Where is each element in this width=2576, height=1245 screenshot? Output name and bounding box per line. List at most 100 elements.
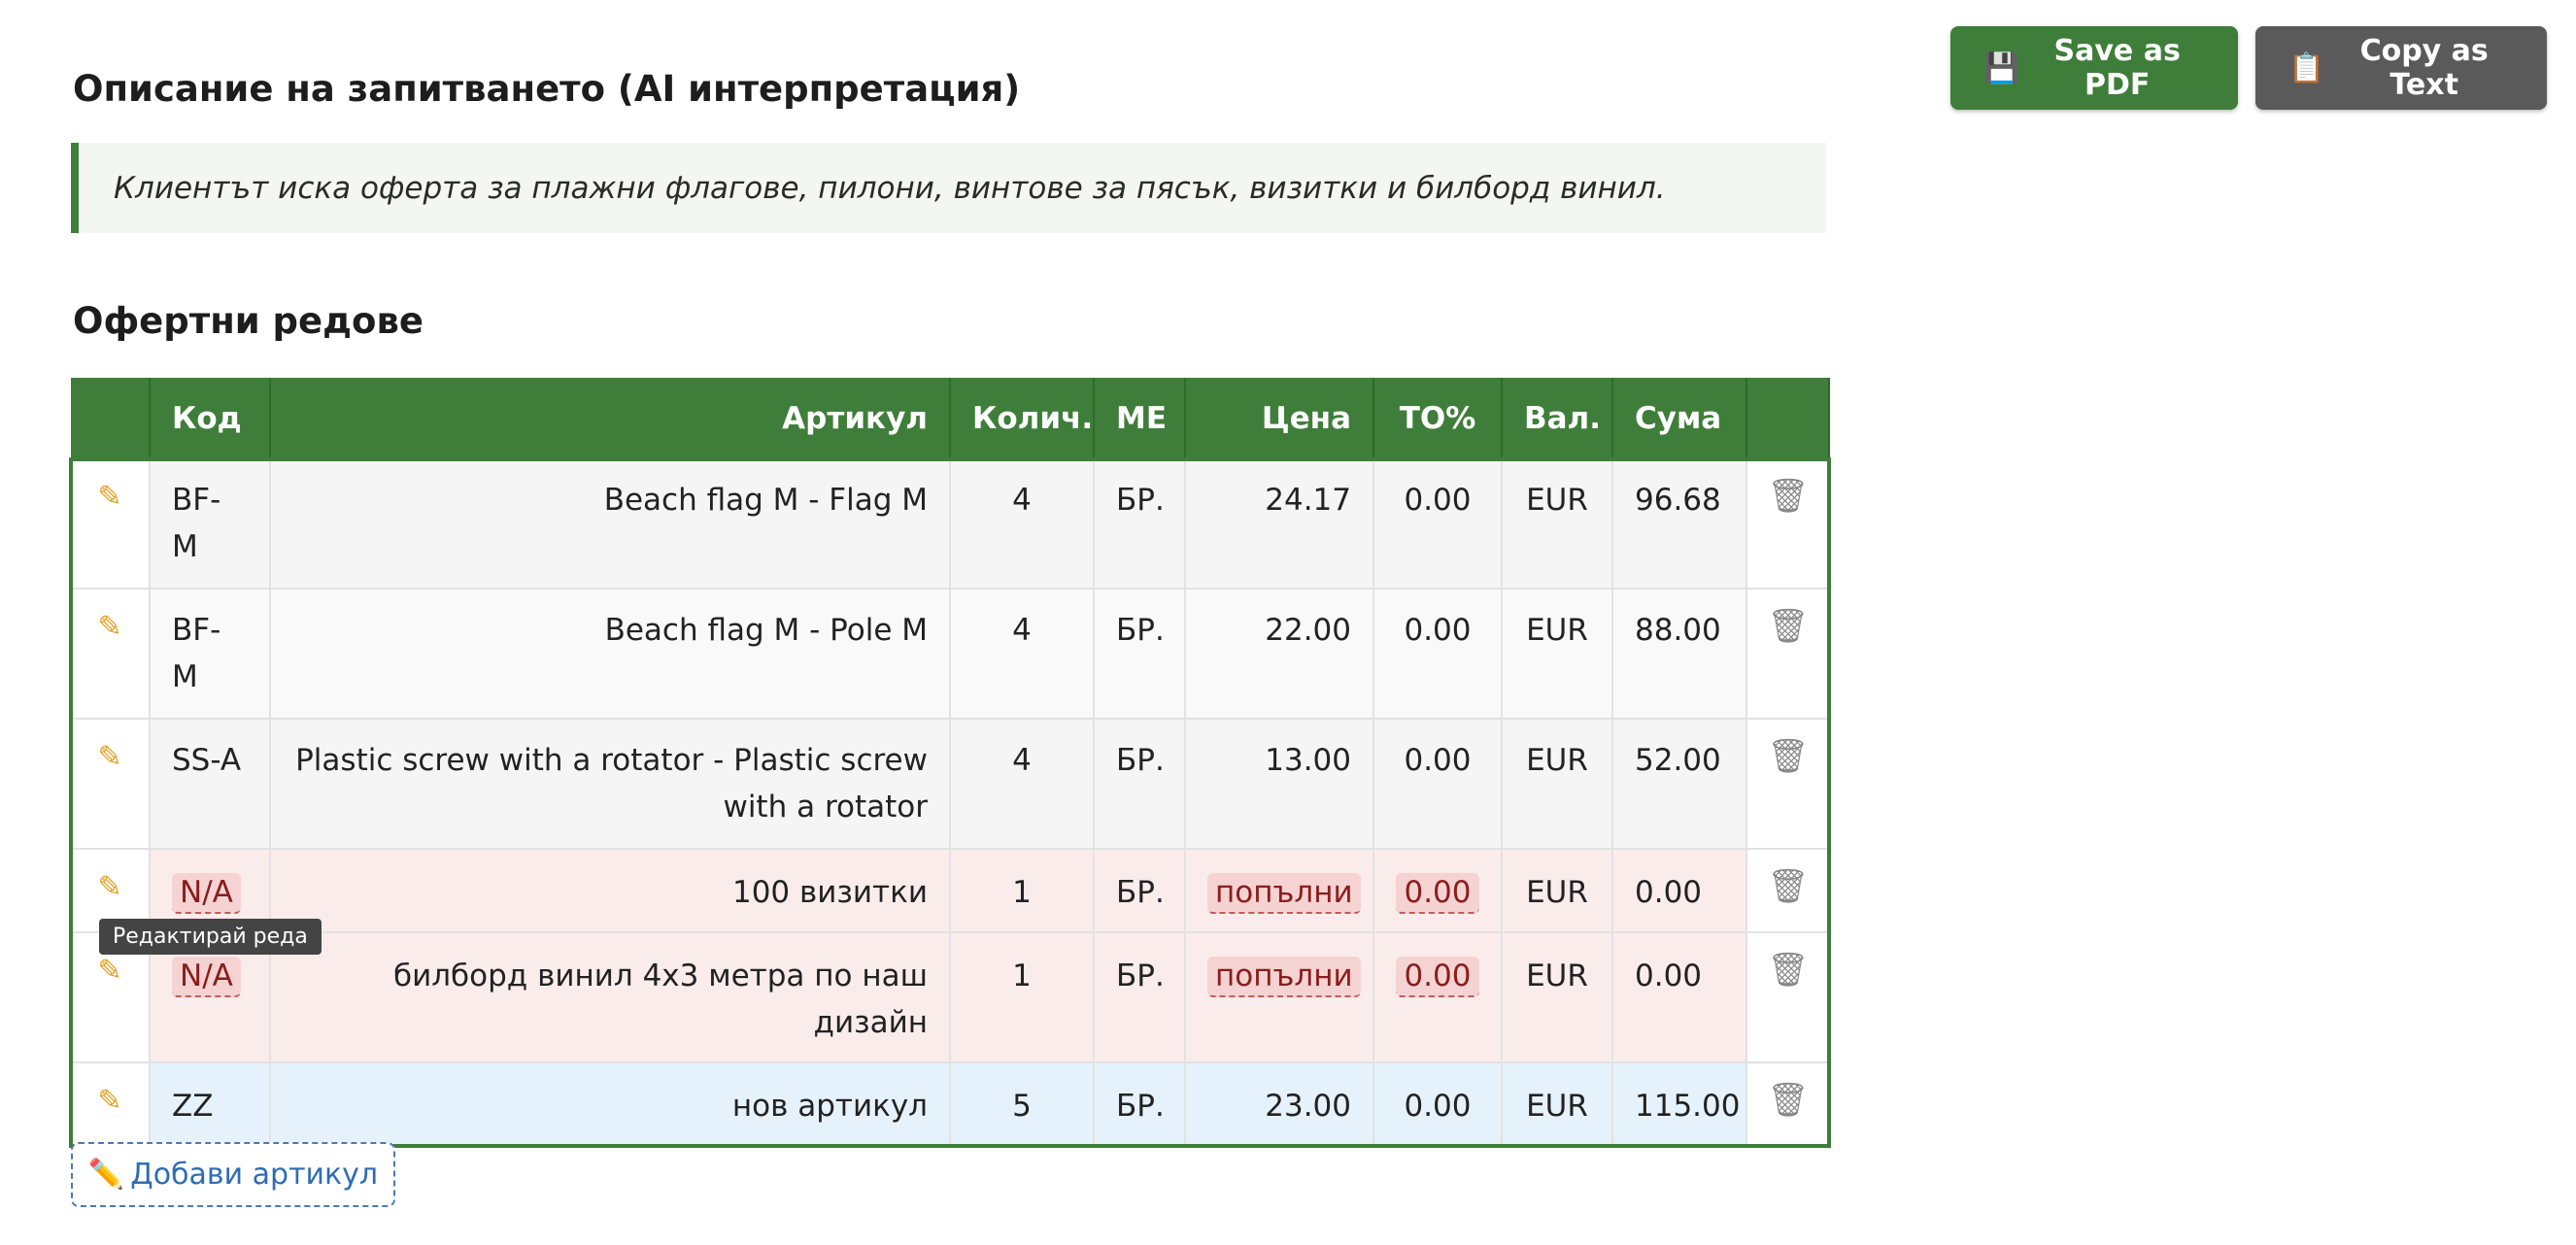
cell-unit: БР. [1094, 932, 1186, 1063]
pencil-icon: ✎ [97, 870, 122, 904]
cell-qty[interactable]: 1 [950, 849, 1095, 933]
cell-item[interactable]: 100 визитки [270, 849, 951, 933]
cell-discount[interactable]: 0.00 [1373, 589, 1503, 720]
cell-item[interactable]: нов артикул [270, 1062, 951, 1147]
edit-row-button[interactable]: ✎ [71, 719, 151, 850]
cell-price[interactable]: 24.17 [1185, 459, 1374, 589]
pencil-icon: ✎ [97, 1084, 122, 1118]
pencil-icon: ✎ [97, 480, 122, 514]
table-row-missing-data: ✎ N/A 100 визитки 1 БР. попълни 0.00 EUR… [71, 849, 1829, 933]
table-header-row: Код Артикул Колич. МЕ Цена ТО% Вал. Сума [71, 378, 1830, 459]
copy-as-text-button[interactable]: 📋 Copy as Text [2255, 26, 2547, 110]
missing-discount-badge: 0.00 [1396, 957, 1479, 997]
cell-item[interactable]: Plastic screw with a rotator - Plastic s… [270, 719, 951, 850]
edit-row-button[interactable]: ✎ [71, 589, 151, 720]
cell-item[interactable]: билборд винил 4x3 метра по наш дизайн [270, 932, 951, 1063]
trash-icon: 🗑 [1767, 737, 1810, 776]
copy-as-text-label: Copy as Text [2359, 34, 2489, 102]
col-currency: Вал. [1502, 378, 1613, 459]
cell-discount[interactable]: 0.00 [1373, 719, 1503, 850]
offer-lines-table: Код Артикул Колич. МЕ Цена ТО% Вал. Сума… [69, 378, 1831, 1148]
cell-discount[interactable]: 0.00 [1373, 849, 1503, 933]
delete-row-button[interactable]: 🗑 [1746, 589, 1829, 720]
edit-row-button[interactable]: ✎ [71, 459, 151, 589]
save-as-pdf-button[interactable]: 💾 Save as PDF [1950, 26, 2238, 110]
trash-icon: 🗑 [1767, 607, 1810, 646]
trash-icon: 🗑 [1767, 477, 1810, 516]
table-row: ✎ SS-A Plastic screw with a rotator - Pl… [71, 719, 1829, 850]
top-actions: 💾 Save as PDF 📋 Copy as Text [1950, 26, 2547, 110]
col-code: Код [150, 378, 271, 459]
cell-unit: БР. [1094, 589, 1186, 720]
cell-discount[interactable]: 0.00 [1373, 459, 1503, 589]
cell-qty[interactable]: 4 [950, 589, 1095, 720]
cell-unit: БР. [1094, 1062, 1186, 1147]
edit-row-button[interactable]: ✎ [71, 1062, 151, 1147]
col-qty: Колич. [950, 378, 1095, 459]
cell-unit: БР. [1094, 719, 1186, 850]
cell-qty[interactable]: 5 [950, 1062, 1095, 1147]
cell-sum: 115.00 [1612, 1062, 1747, 1147]
cell-price-editing[interactable]: 23.00 [1185, 1062, 1374, 1147]
cell-item[interactable]: Beach flag M - Pole M [270, 589, 951, 720]
cell-code[interactable]: SS-A [150, 719, 271, 850]
cell-sum: 0.00 [1612, 932, 1747, 1063]
delete-row-button[interactable]: 🗑 [1746, 1062, 1829, 1147]
cell-code[interactable]: BF-M [150, 459, 271, 589]
cell-currency: EUR [1502, 849, 1613, 933]
cell-sum: 52.00 [1612, 719, 1747, 850]
cell-currency: EUR [1502, 589, 1613, 720]
cell-discount[interactable]: 0.00 [1373, 932, 1503, 1063]
cell-currency: EUR [1502, 719, 1613, 850]
edit-row-tooltip: Редактирай реда [99, 919, 322, 955]
floppy-disk-icon: 💾 [1983, 50, 2020, 85]
cell-code[interactable]: BF-M [150, 589, 271, 720]
cell-qty[interactable]: 4 [950, 459, 1095, 589]
cell-sum: 96.68 [1612, 459, 1747, 589]
missing-code-badge: N/A [172, 873, 241, 914]
pencil-icon: ✏️ [87, 1158, 125, 1192]
cell-code[interactable]: ZZ [150, 1062, 271, 1147]
trash-icon: 🗑 [1767, 1081, 1810, 1120]
cell-currency: EUR [1502, 932, 1613, 1063]
missing-price-badge: попълни [1207, 957, 1361, 997]
description-heading: Описание на запитването (AI интерпретаци… [73, 68, 1021, 110]
cell-price[interactable]: попълни [1185, 932, 1374, 1063]
description-text: Клиентът иска оферта за плажни флагове, … [71, 143, 1826, 233]
pencil-icon: ✎ [97, 954, 122, 988]
cell-price[interactable]: 13.00 [1185, 719, 1374, 850]
clipboard-icon: 📋 [2288, 50, 2325, 85]
cell-sum: 0.00 [1612, 849, 1747, 933]
quote-page: 💾 Save as PDF 📋 Copy as Text Описание на… [0, 0, 2576, 1245]
offer-lines-table-wrap: Код Артикул Колич. МЕ Цена ТО% Вал. Сума… [69, 378, 1831, 1148]
table-row: ✎ BF-M Beach flag M - Flag M 4 БР. 24.17… [71, 459, 1829, 589]
delete-row-button[interactable]: 🗑 [1746, 459, 1829, 589]
cell-currency: EUR [1502, 459, 1613, 589]
add-item-button[interactable]: ✏️ Добави артикул [71, 1142, 395, 1207]
delete-row-button[interactable]: 🗑 [1746, 719, 1829, 850]
delete-row-button[interactable]: 🗑 [1746, 932, 1829, 1063]
col-unit: МЕ [1094, 378, 1186, 459]
cell-unit: БР. [1094, 849, 1186, 933]
trash-icon: 🗑 [1767, 951, 1810, 990]
cell-discount[interactable]: 0.00 [1373, 1062, 1503, 1147]
cell-currency: EUR [1502, 1062, 1613, 1147]
table-row-new: ✎ ZZ нов артикул 5 БР. 23.00 0.00 EUR 11… [71, 1062, 1829, 1147]
table-row: ✎ BF-M Beach flag M - Pole M 4 БР. 22.00… [71, 589, 1829, 720]
cell-price[interactable]: попълни [1185, 849, 1374, 933]
cell-qty[interactable]: 1 [950, 932, 1095, 1063]
cell-qty[interactable]: 4 [950, 719, 1095, 850]
delete-row-button[interactable]: 🗑 [1746, 849, 1829, 933]
missing-discount-badge: 0.00 [1396, 873, 1479, 914]
cell-sum: 88.00 [1612, 589, 1747, 720]
col-sum: Сума [1612, 378, 1747, 459]
cell-price[interactable]: 22.00 [1185, 589, 1374, 720]
trash-icon: 🗑 [1767, 867, 1810, 906]
missing-code-badge: N/A [172, 957, 241, 997]
offer-lines-heading: Офертни редове [73, 300, 424, 342]
pencil-icon: ✎ [97, 740, 122, 774]
add-item-label: Добави артикул [130, 1158, 379, 1192]
col-price: Цена [1185, 378, 1374, 459]
col-item: Артикул [270, 378, 951, 459]
cell-item[interactable]: Beach flag M - Flag M [270, 459, 951, 589]
